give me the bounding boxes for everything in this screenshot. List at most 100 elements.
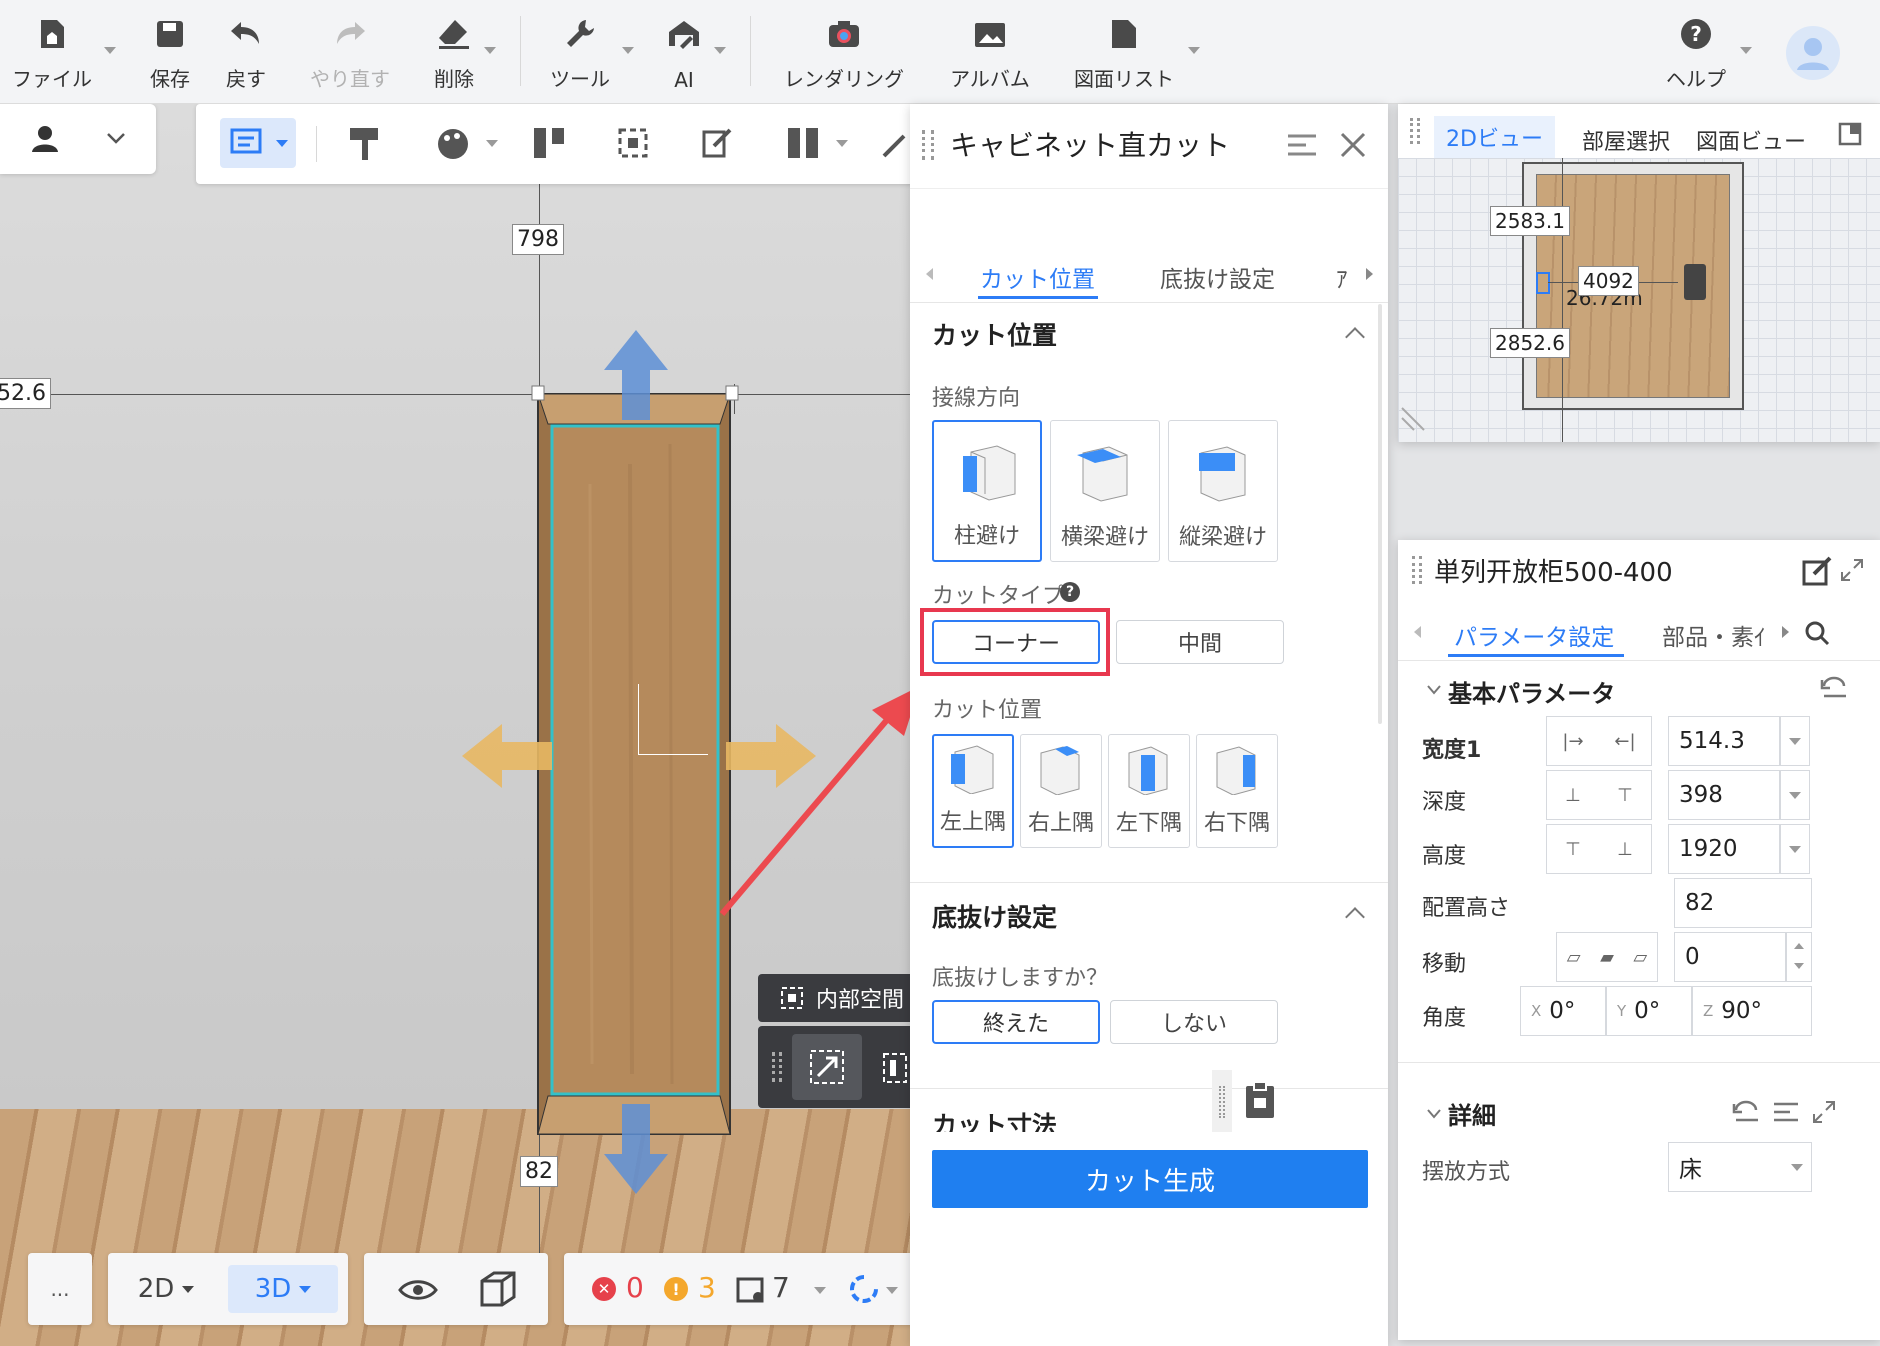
ai-menu-button[interactable]: AI [660, 10, 708, 94]
tools-menu-button[interactable]: ツール [540, 10, 620, 94]
position-bottom-left[interactable]: 左下隅 [1108, 734, 1190, 848]
move-down-arrow-icon[interactable] [604, 1104, 668, 1194]
placement-select[interactable]: 床 [1668, 1142, 1812, 1192]
cut-type-corner-button[interactable]: コーナー [932, 620, 1100, 664]
help-caret-icon[interactable] [1740, 47, 1752, 54]
height-anchor-toggle[interactable]: ⊤ ⊥ [1546, 824, 1652, 874]
plan-dimension-b[interactable]: 4092 [1578, 266, 1639, 296]
selected-cabinet-marker[interactable] [1536, 272, 1550, 294]
warning-count[interactable]: 3 [698, 1271, 716, 1304]
tab-scroll-right-icon[interactable] [1366, 268, 1373, 280]
move-z-icon[interactable]: ▱ [1624, 933, 1657, 981]
tab-scroll-left-icon[interactable] [926, 268, 933, 280]
move-up-arrow-icon[interactable] [604, 330, 668, 420]
drag-handle-icon[interactable] [1212, 1070, 1232, 1136]
panel-scrollbar[interactable] [1378, 304, 1382, 724]
scale-tool-button[interactable] [792, 1034, 862, 1100]
height-dropdown[interactable] [1780, 824, 1810, 874]
focus-frame-icon[interactable] [616, 126, 650, 162]
drag-handle-icon[interactable] [772, 1052, 782, 1082]
tangent-option-vertical-beam[interactable]: 縦梁避け [1168, 420, 1278, 562]
collapse-chevron-icon[interactable] [1345, 907, 1365, 927]
move-stepper[interactable] [1786, 932, 1812, 982]
undo-button[interactable]: 戻す [216, 10, 276, 94]
dimension-label-top[interactable]: 798 [512, 224, 564, 255]
help-button[interactable]: ? ヘルプ [1660, 10, 1732, 94]
position-bottom-right[interactable]: 右下隅 [1196, 734, 1278, 848]
error-count[interactable]: 0 [626, 1271, 644, 1304]
expand-icon[interactable] [1840, 558, 1864, 582]
tab-scroll-left-icon[interactable] [1414, 626, 1421, 638]
tab-2d-view[interactable]: 2Dビュー [1434, 116, 1555, 158]
render-button[interactable]: レンダリング [776, 10, 912, 94]
bottom-option-none[interactable]: しない [1110, 1000, 1278, 1044]
search-icon[interactable] [1804, 620, 1830, 646]
depth-dropdown[interactable] [1780, 770, 1810, 820]
reset-icon[interactable] [1732, 1100, 1760, 1124]
expand-icon[interactable] [1812, 1100, 1836, 1124]
width-input[interactable]: 514.3 [1668, 716, 1780, 766]
drawing-list-button[interactable]: 図面リスト [1066, 10, 1182, 94]
delete-caret-icon[interactable] [484, 47, 496, 54]
cut-type-middle-button[interactable]: 中間 [1116, 620, 1284, 664]
dimension-label-left[interactable]: 52.6 [0, 378, 51, 409]
status-caret-icon[interactable] [814, 1287, 826, 1294]
close-icon[interactable] [1338, 130, 1368, 160]
move-mode-toggle[interactable]: ▱ ▰ ▱ [1556, 932, 1658, 982]
generate-cut-button[interactable]: カット生成 [932, 1150, 1368, 1208]
tangent-option-column[interactable]: 柱避け [932, 420, 1042, 562]
anchor-up-icon[interactable]: ⊥ [1547, 771, 1599, 819]
sync-caret-icon[interactable] [886, 1287, 898, 1294]
drawing-list-caret-icon[interactable] [1188, 47, 1200, 54]
depth-anchor-toggle[interactable]: ⊥ ⊤ [1546, 770, 1652, 820]
tools-caret-icon[interactable] [622, 47, 634, 54]
mode-2d-button[interactable]: 2D [122, 1265, 210, 1313]
tab-more[interactable]: ｱ [1336, 260, 1348, 294]
height-input[interactable]: 1920 [1668, 824, 1780, 874]
more-button[interactable]: ... [28, 1253, 92, 1325]
anchor-left-icon[interactable]: |→ [1547, 717, 1599, 765]
plan-dimension-a[interactable]: 2583.1 [1490, 206, 1570, 236]
position-top-right[interactable]: 右上隅 [1020, 734, 1102, 848]
item-count[interactable]: 7 [772, 1271, 790, 1304]
measure-tool-icon[interactable] [880, 126, 910, 162]
eye-icon[interactable] [398, 1277, 438, 1303]
mode-3d-button[interactable]: 3D [228, 1265, 338, 1313]
anchor-right-icon[interactable]: ←| [1599, 717, 1651, 765]
select-mode-button[interactable] [220, 118, 296, 168]
depth-input[interactable]: 398 [1668, 770, 1780, 820]
album-button[interactable]: アルバム [944, 10, 1036, 94]
mirror-tool-icon[interactable] [880, 1050, 910, 1086]
angle-y-input[interactable]: Y 0° [1606, 986, 1692, 1036]
collapse-list-icon[interactable] [1286, 132, 1318, 158]
split-tool-icon[interactable] [532, 126, 566, 162]
resize-corner-icon[interactable] [1398, 404, 1428, 434]
width-dropdown[interactable] [1780, 716, 1810, 766]
edit-shape-icon[interactable] [700, 126, 734, 162]
move-input[interactable]: 0 [1674, 932, 1786, 982]
window-toggle-icon[interactable] [1838, 122, 1862, 146]
material-palette-icon[interactable] [436, 126, 470, 162]
anchor-bottom-icon[interactable]: ⊥ [1599, 825, 1651, 873]
warning-icon[interactable]: ! [664, 1277, 688, 1301]
angle-z-input[interactable]: Z 90° [1692, 986, 1812, 1036]
anchor-down-icon[interactable]: ⊤ [1599, 771, 1651, 819]
width-anchor-toggle[interactable]: |→ ←| [1546, 716, 1652, 766]
tab-parts-materials[interactable]: 部品・素ｲ [1662, 618, 1766, 652]
paint-roller-icon[interactable] [348, 126, 382, 162]
tab-scroll-right-icon[interactable] [1782, 626, 1789, 638]
collapse-chevron-icon[interactable] [1345, 327, 1365, 347]
plan-dimension-c[interactable]: 2852.6 [1490, 328, 1570, 358]
door-marker[interactable] [1684, 264, 1706, 300]
reset-icon[interactable] [1820, 676, 1848, 700]
delete-button[interactable]: 削除 [420, 10, 488, 94]
dimension-label-bottom[interactable]: 82 [520, 1156, 558, 1187]
cube-view-icon[interactable] [478, 1271, 518, 1307]
drag-handle-icon[interactable] [1412, 556, 1422, 584]
elevation-input[interactable]: 82 [1674, 878, 1812, 928]
anchor-top-icon[interactable]: ⊤ [1547, 825, 1599, 873]
move-x-icon[interactable]: ▱ [1557, 933, 1590, 981]
cabinet-cut-icon[interactable] [786, 126, 820, 162]
redo-button[interactable]: やり直す [300, 10, 400, 94]
user-avatar[interactable] [1786, 26, 1840, 80]
